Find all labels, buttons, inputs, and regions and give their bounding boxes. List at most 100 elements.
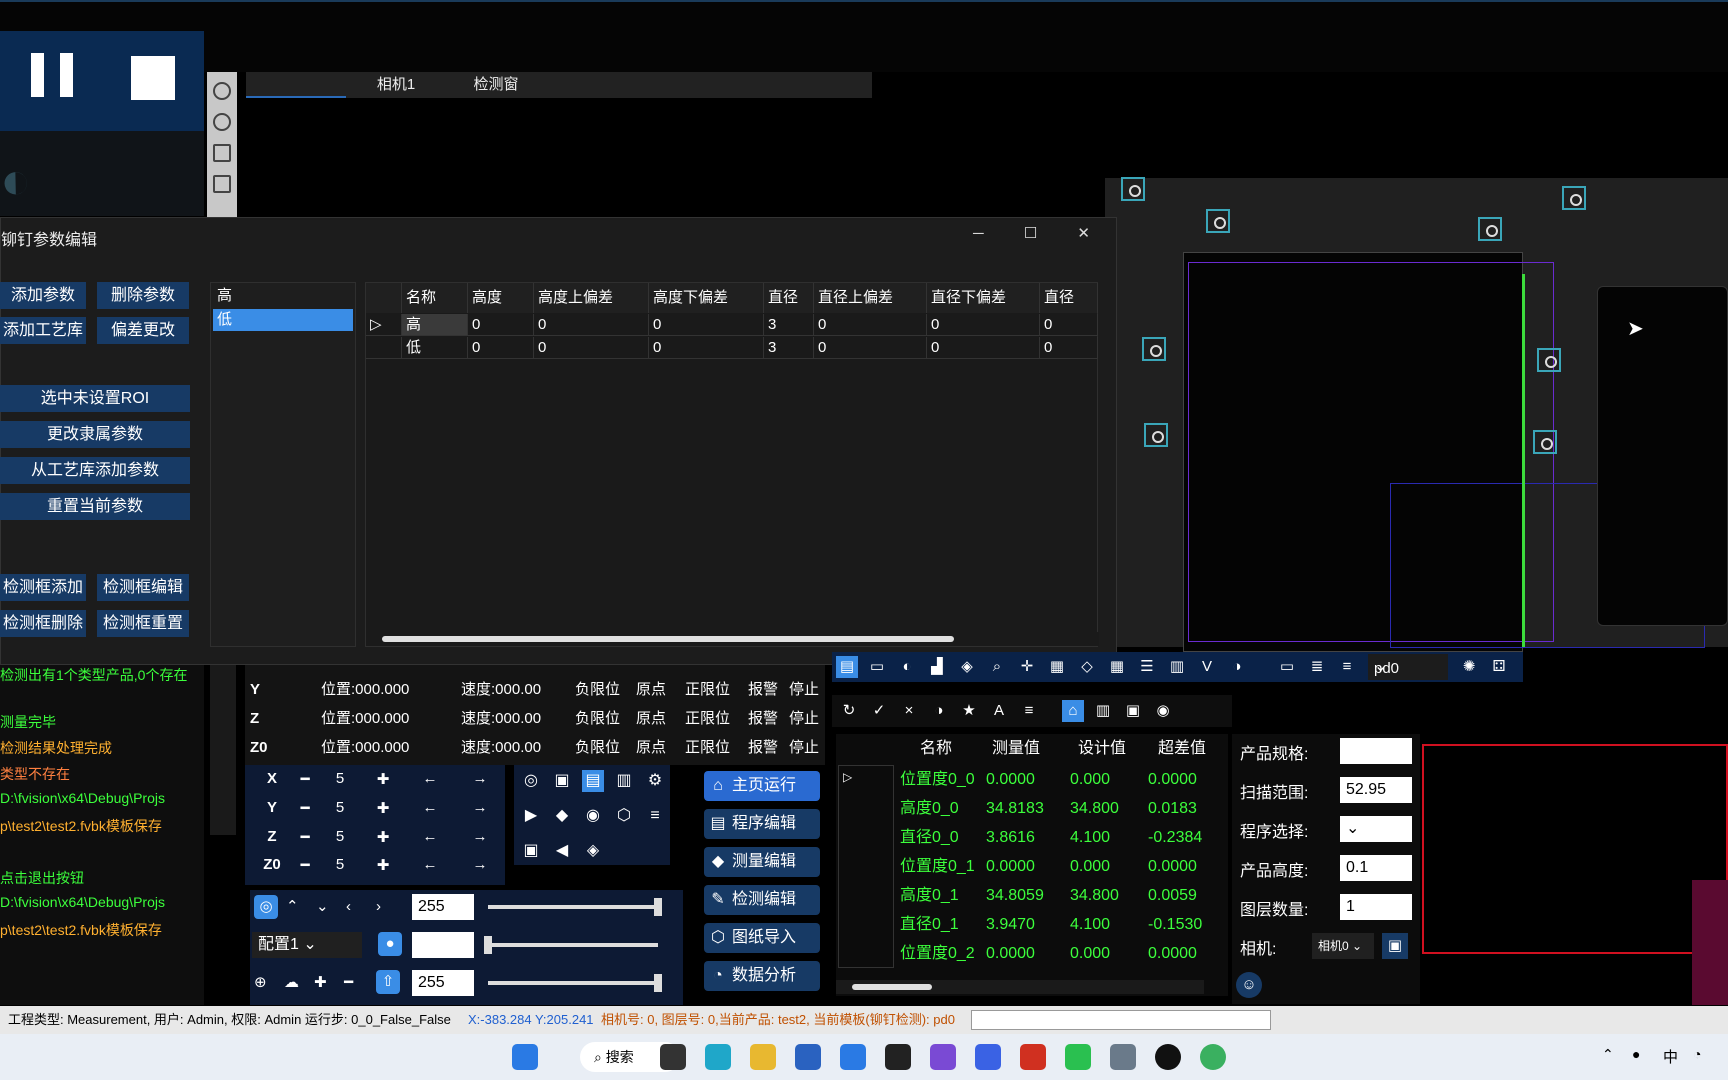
camera-icon[interactable]: ◉ — [1152, 700, 1174, 722]
nav-program-edit[interactable]: ▤ 程序编辑 — [704, 809, 820, 839]
active-app-icon[interactable] — [1020, 1044, 1046, 1070]
align-icon[interactable]: ≣ — [1306, 656, 1328, 678]
reset-icon[interactable]: ◎ — [520, 770, 542, 792]
save-icon[interactable]: ▣ — [551, 770, 573, 792]
pause-icon-bar[interactable] — [60, 53, 73, 97]
wechat-icon[interactable] — [1065, 1044, 1091, 1070]
right-icon[interactable]: › — [376, 895, 400, 919]
param-list[interactable]: 高 低 — [210, 282, 356, 647]
browser-icon[interactable] — [1200, 1044, 1226, 1070]
nav-data-analysis[interactable]: ◔ 数据分析 — [704, 961, 820, 991]
jog-right[interactable]: → — [470, 799, 490, 816]
tab-detect-window[interactable]: 检测窗 — [446, 72, 546, 98]
nav-drawing-import[interactable]: ⬡ 图纸导入 — [704, 923, 820, 953]
table-cell[interactable]: 0 — [468, 337, 534, 359]
roi-marker[interactable] — [1478, 217, 1502, 241]
jog-left[interactable]: ← — [420, 770, 440, 787]
cube-icon[interactable]: ◈ — [956, 656, 978, 678]
table-cell[interactable]: 0 — [927, 337, 1040, 359]
nav-home-run[interactable]: ⌂ 主页运行 — [704, 771, 820, 801]
window-controls[interactable]: ─ ☐ ✕ — [973, 224, 1108, 242]
slider-1[interactable] — [488, 905, 658, 909]
view-icon[interactable]: ▤ — [836, 656, 858, 678]
layers-icon[interactable]: ◇ — [1076, 656, 1098, 678]
mic-icon[interactable]: ● — [1632, 1046, 1640, 1062]
box-delete-button[interactable]: 检测框删除 — [0, 610, 86, 637]
scan-input[interactable]: 52.95 — [1340, 777, 1412, 803]
jog-plus[interactable]: ✚ — [373, 828, 393, 846]
align-icon[interactable]: ≡ — [1018, 700, 1040, 722]
corner-icon[interactable]: ▟ — [926, 656, 948, 678]
spec-input[interactable] — [1340, 738, 1412, 764]
grid-icon[interactable]: ▦ — [1106, 656, 1128, 678]
box-reset-button[interactable]: 检测框重置 — [97, 610, 189, 637]
jog-right[interactable]: → — [470, 856, 490, 873]
slider-3[interactable] — [488, 981, 658, 985]
jog-step[interactable]: 5 — [325, 799, 355, 816]
no-roi-button[interactable]: 选中未设置ROI — [0, 385, 190, 412]
scroll-thumb[interactable] — [852, 984, 932, 990]
table-cell[interactable]: 0 — [534, 337, 649, 359]
pause-icon[interactable] — [31, 53, 44, 97]
align-left-icon[interactable]: ≡ — [1336, 656, 1358, 678]
down-icon[interactable]: ⌄ — [316, 895, 340, 919]
cloud-icon[interactable]: ☁ — [284, 971, 308, 995]
scroll-thumb[interactable] — [382, 636, 954, 642]
bank-icon[interactable]: ⌂ — [1062, 700, 1084, 722]
star-icon[interactable]: ★ — [958, 700, 980, 722]
ime-indicator[interactable]: 中 — [1663, 1046, 1678, 1067]
jog-minus[interactable]: ━ — [295, 828, 315, 846]
hex-icon[interactable]: ⬡ — [613, 805, 635, 827]
jog-minus[interactable]: ━ — [295, 770, 315, 788]
camera-settings-icon[interactable]: ▣ — [1382, 933, 1408, 959]
list-item[interactable]: 高 — [213, 285, 353, 307]
crosshair-icon[interactable]: ✛ — [1016, 656, 1038, 678]
sliders-icon[interactable]: ≡ — [644, 805, 666, 827]
light-value-2[interactable]: 255 — [412, 970, 474, 996]
light-value-1[interactable]: 255 — [412, 894, 474, 920]
smile-icon[interactable]: ☺ — [1236, 972, 1262, 998]
mail-icon[interactable] — [795, 1044, 821, 1070]
table-cell[interactable]: 高 — [402, 314, 468, 336]
v-icon[interactable]: V — [1196, 656, 1218, 678]
roi-marker[interactable] — [1533, 430, 1557, 454]
box-edit-button[interactable]: 检测框编辑 — [97, 574, 189, 601]
cancel-icon[interactable] — [213, 82, 231, 100]
dice-icon[interactable]: ⚃ — [1488, 656, 1510, 678]
minus-icon[interactable]: ━ — [344, 971, 368, 995]
add-library-button[interactable]: 添加工艺库 — [0, 317, 86, 344]
wifi-icon[interactable]: ◔ — [1693, 1046, 1701, 1062]
app-icon[interactable] — [840, 1044, 866, 1070]
table-scrollbar[interactable] — [366, 632, 1099, 646]
visual-studio-icon[interactable] — [930, 1044, 956, 1070]
template-select[interactable]: pd0 ⌄ — [1368, 654, 1448, 680]
doc-icon[interactable]: ▥ — [613, 770, 635, 792]
table-cell[interactable]: 0 — [649, 314, 764, 336]
height-input[interactable]: 0.1 — [1340, 855, 1412, 881]
link-icon[interactable]: ◈ — [582, 840, 604, 862]
contrast-icon[interactable]: ◑ — [1226, 656, 1248, 678]
roi-marker[interactable] — [1144, 423, 1168, 447]
tag-icon[interactable]: ◆ — [551, 805, 573, 827]
slider-1-knob[interactable] — [654, 898, 662, 916]
delete-param-button[interactable]: 删除参数 — [97, 282, 189, 309]
taskview-icon[interactable] — [660, 1044, 686, 1070]
close-icon[interactable]: × — [898, 700, 920, 722]
stop-icon[interactable] — [131, 56, 175, 100]
media-icon[interactable] — [1155, 1044, 1181, 1070]
table-cell[interactable]: 0 — [1040, 314, 1098, 336]
light-icon[interactable]: ◎ — [254, 895, 278, 919]
roi-marker[interactable] — [1121, 177, 1145, 201]
nav-measure-edit[interactable]: ◆ 测量编辑 — [704, 847, 820, 877]
image-icon[interactable]: ▤ — [582, 770, 604, 792]
jog-right[interactable]: → — [470, 828, 490, 845]
start-icon[interactable] — [512, 1044, 538, 1070]
print-icon[interactable]: ▦ — [1046, 656, 1068, 678]
plus-icon[interactable]: ✚ — [314, 971, 338, 995]
tab-camera1[interactable]: 相机1 — [346, 72, 446, 98]
table-cell[interactable]: 0 — [534, 314, 649, 336]
table-cell[interactable]: 0 — [468, 314, 534, 336]
jog-left[interactable]: ← — [420, 828, 440, 845]
tray-chevron-icon[interactable]: ⌃ — [1602, 1046, 1614, 1063]
reset-param-button[interactable]: 重置当前参数 — [0, 493, 190, 520]
